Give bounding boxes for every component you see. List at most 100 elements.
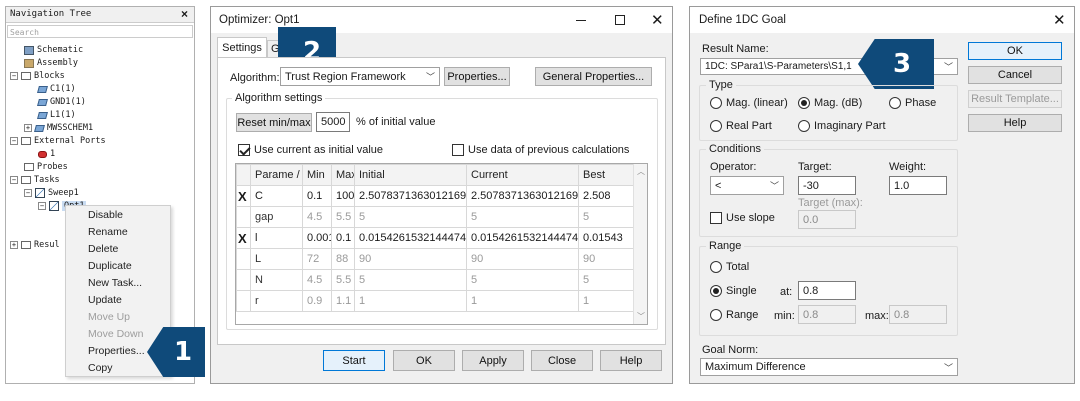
collapse-icon[interactable]: − <box>10 137 18 145</box>
tree-item-port-1[interactable]: 1 <box>38 149 55 159</box>
table-row[interactable]: r 0.9 1.1 1 1 1 <box>236 290 635 312</box>
tree-item-c1[interactable]: C1(1) <box>37 84 76 94</box>
expand-icon[interactable]: + <box>10 241 18 249</box>
range-range-radio[interactable]: Range <box>710 309 758 321</box>
table-cell-name[interactable]: L <box>250 248 303 270</box>
column-header[interactable]: Max <box>331 164 355 186</box>
table-cell-best[interactable]: 5 <box>578 206 635 228</box>
table-cell-initial[interactable]: 1 <box>354 290 467 312</box>
tree-item-l1[interactable]: L1(1) <box>37 110 76 120</box>
weight-input[interactable]: 1.0 <box>889 176 947 195</box>
algorithm-properties-button[interactable]: Properties... <box>444 67 510 86</box>
reset-min-max-button[interactable]: Reset min/max <box>236 113 312 132</box>
operator-select[interactable]: < ﹀ <box>710 176 784 195</box>
table-row[interactable]: L 72 88 90 90 90 <box>236 248 635 270</box>
tab-settings[interactable]: Settings <box>217 37 267 57</box>
collapse-icon[interactable]: − <box>38 202 46 210</box>
menu-item-move-down[interactable]: Move Down <box>66 325 170 342</box>
type-imaginary-part-radio[interactable]: Imaginary Part <box>798 120 886 132</box>
column-header[interactable]: Current <box>466 164 579 186</box>
collapse-icon[interactable]: − <box>10 72 18 80</box>
slope-input[interactable]: 0.0 <box>798 210 856 229</box>
table-cell-name[interactable]: N <box>250 269 303 291</box>
table-row[interactable]: X C 0.1 100 2.5078371363012169 2.507837136301… <box>236 185 635 207</box>
range-single-radio[interactable]: Single <box>710 285 757 297</box>
row-select-cell[interactable] <box>236 248 251 270</box>
table-row[interactable]: Xl0.0010.10.0154261532144474270.01542615… <box>236 227 635 249</box>
use-slope-checkbox[interactable]: Use slope <box>710 212 775 224</box>
apply-button[interactable]: Apply <box>462 350 524 371</box>
tree-item-tasks[interactable]: − Tasks <box>10 175 60 185</box>
type-phase-radio[interactable]: Phase <box>889 97 936 109</box>
menu-item-update[interactable]: Update <box>66 291 170 308</box>
table-cell-min[interactable]: 0.001 <box>302 227 332 249</box>
tree-item-external-ports[interactable]: − External Ports <box>10 136 106 146</box>
table-cell-current[interactable]: 5 <box>466 269 579 291</box>
range-total-radio[interactable]: Total <box>710 261 749 273</box>
tree-item-mwsschem1[interactable]: + MWSSCHEM1 <box>24 123 93 133</box>
column-header[interactable]: Initial <box>354 164 467 186</box>
table-cell-current[interactable]: 1 <box>466 290 579 312</box>
general-properties-button[interactable]: General Properties... <box>535 67 652 86</box>
use-data-checkbox[interactable]: Use data of previous calculations <box>452 144 629 156</box>
table-scrollbar[interactable]: ︿ ﹀ <box>633 164 647 324</box>
menu-item-disable[interactable]: Disable <box>66 206 170 223</box>
table-cell-best[interactable]: 90 <box>578 248 635 270</box>
goal-cancel-button[interactable]: Cancel <box>968 66 1062 84</box>
table-row[interactable]: N 4.5 5.5 5 5 5 <box>236 269 635 291</box>
table-cell-best[interactable]: 1 <box>578 290 635 312</box>
goal-norm-select[interactable]: Maximum Difference ﹀ <box>700 358 958 376</box>
table-row[interactable]: gap 4.5 5.5 5 5 5 <box>236 206 635 228</box>
table-cell-max[interactable]: 5.5 <box>331 269 355 291</box>
table-cell-name[interactable]: l <box>250 227 303 249</box>
table-cell-initial[interactable]: 0.015426153214447427 <box>354 227 467 249</box>
table-cell-min[interactable]: 0.1 <box>302 185 332 207</box>
table-cell-best[interactable]: 5 <box>578 269 635 291</box>
table-cell-name[interactable]: C <box>250 185 303 207</box>
target-input[interactable]: -30 <box>798 176 856 195</box>
row-select-cell[interactable] <box>236 290 251 312</box>
nav-close-icon[interactable]: × <box>181 7 188 21</box>
type-mag-linear-radio[interactable]: Mag. (linear) <box>710 97 788 109</box>
close-icon[interactable]: ✕ <box>651 11 664 29</box>
tree-item-results[interactable]: + Resul <box>10 240 60 250</box>
tree-item-probes[interactable]: Probes <box>24 162 68 172</box>
tree-item-blocks[interactable]: − Blocks <box>10 71 65 81</box>
menu-item-move-up[interactable]: Move Up <box>66 308 170 325</box>
type-mag-db-radio[interactable]: Mag. (dB) <box>798 97 862 109</box>
goal-help-button[interactable]: Help <box>968 114 1062 132</box>
menu-item-rename[interactable]: Rename <box>66 223 170 240</box>
row-select-cell[interactable]: X <box>236 227 251 249</box>
table-cell-max[interactable]: 5.5 <box>331 206 355 228</box>
scroll-up-icon[interactable]: ︿ <box>637 166 645 177</box>
collapse-icon[interactable]: − <box>10 176 18 184</box>
range-max-input[interactable]: 0.8 <box>889 305 947 324</box>
menu-item-duplicate[interactable]: Duplicate <box>66 257 170 274</box>
result-template-button[interactable]: Result Template... <box>968 90 1062 108</box>
table-cell-max[interactable]: 100 <box>331 185 355 207</box>
ok-button[interactable]: OK <box>393 350 455 371</box>
expand-icon[interactable]: + <box>24 124 32 132</box>
column-header[interactable]: Best <box>578 164 635 186</box>
table-cell-initial[interactable]: 5 <box>354 206 467 228</box>
scroll-down-icon[interactable]: ﹀ <box>637 311 645 322</box>
table-cell-initial[interactable]: 2.5078371363012169 <box>354 185 467 207</box>
type-real-part-radio[interactable]: Real Part <box>710 120 772 132</box>
table-cell-name[interactable]: r <box>250 290 303 312</box>
column-header[interactable]: Min <box>302 164 332 186</box>
table-cell-current[interactable]: 2.5078371363012169 <box>466 185 579 207</box>
minimize-icon[interactable] <box>576 20 586 21</box>
table-cell-current[interactable]: 5 <box>466 206 579 228</box>
nav-search-input[interactable]: Search <box>7 25 193 38</box>
close-button[interactable]: Close <box>531 350 593 371</box>
table-cell-max[interactable]: 1.1 <box>331 290 355 312</box>
column-header[interactable]: Parame / <box>250 164 303 186</box>
at-input[interactable]: 0.8 <box>798 281 856 300</box>
use-current-checkbox[interactable]: Use current as initial value <box>238 144 383 156</box>
maximize-icon[interactable] <box>615 15 625 25</box>
tree-item-gnd1[interactable]: GND1(1) <box>37 97 86 107</box>
tree-item-schematic[interactable]: Schematic <box>24 45 83 55</box>
goal-ok-button[interactable]: OK <box>968 42 1062 60</box>
close-icon[interactable]: ✕ <box>1053 11 1066 29</box>
algorithm-select[interactable]: Trust Region Framework ﹀ <box>280 67 440 86</box>
